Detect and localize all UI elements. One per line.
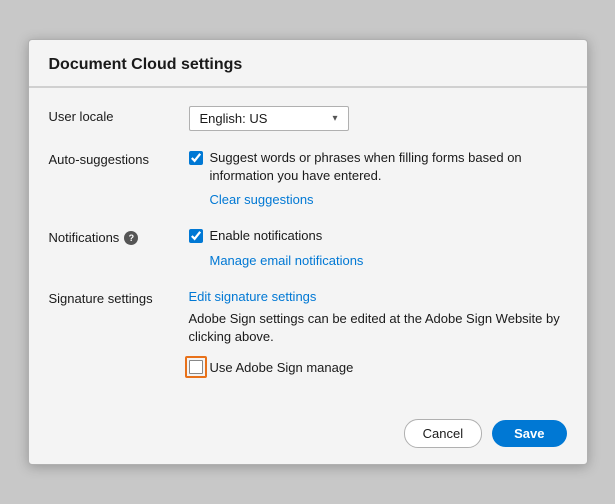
- user-locale-content: English: US ▾: [189, 106, 567, 131]
- notifications-content: Enable notifications Manage email notifi…: [189, 227, 567, 269]
- dialog-body: User locale English: US ▾ Auto-suggestio…: [29, 88, 587, 409]
- cancel-button[interactable]: Cancel: [404, 419, 482, 448]
- auto-suggestions-checkbox-row: Suggest words or phrases when filling fo…: [189, 149, 567, 185]
- auto-suggestions-content: Suggest words or phrases when filling fo…: [189, 149, 567, 209]
- locale-value: English: US: [200, 111, 268, 126]
- notifications-label: Notifications ?: [49, 227, 189, 245]
- notifications-checkbox-row: Enable notifications: [189, 227, 567, 245]
- signature-settings-label: Signature settings: [49, 288, 189, 306]
- signature-settings-row: Signature settings Edit signature settin…: [49, 288, 567, 375]
- enable-notifications-checkbox[interactable]: [189, 229, 203, 243]
- dialog-footer: Cancel Save: [29, 409, 587, 464]
- save-button[interactable]: Save: [492, 420, 566, 447]
- use-adobe-sign-label: Use Adobe Sign manage: [210, 360, 354, 375]
- signature-settings-description: Adobe Sign settings can be edited at the…: [189, 310, 567, 346]
- auto-suggestions-checkbox[interactable]: [189, 151, 203, 165]
- auto-suggestions-label: Auto-suggestions: [49, 149, 189, 167]
- notifications-row: Notifications ? Enable notifications Man…: [49, 227, 567, 269]
- auto-suggestions-row: Auto-suggestions Suggest words or phrase…: [49, 149, 567, 209]
- dialog-header: Document Cloud settings: [29, 40, 587, 87]
- locale-dropdown[interactable]: English: US ▾: [189, 106, 349, 131]
- auto-suggestions-checkbox-label: Suggest words or phrases when filling fo…: [210, 149, 567, 185]
- document-cloud-settings-dialog: Document Cloud settings User locale Engl…: [28, 39, 588, 465]
- use-adobe-sign-checkbox[interactable]: [189, 360, 203, 374]
- clear-suggestions-link[interactable]: Clear suggestions: [210, 192, 314, 207]
- adobe-sign-checkbox-wrapper: Use Adobe Sign manage: [189, 360, 567, 375]
- dialog-title: Document Cloud settings: [49, 56, 567, 74]
- signature-settings-content: Edit signature settings Adobe Sign setti…: [189, 288, 567, 375]
- info-icon: ?: [124, 231, 138, 245]
- manage-email-notifications-link[interactable]: Manage email notifications: [210, 253, 364, 268]
- adobe-sign-checkbox-highlight: [189, 360, 203, 374]
- enable-notifications-label: Enable notifications: [210, 227, 323, 245]
- user-locale-row: User locale English: US ▾: [49, 106, 567, 131]
- chevron-down-icon: ▾: [332, 113, 337, 124]
- user-locale-label: User locale: [49, 106, 189, 124]
- edit-signature-settings-link[interactable]: Edit signature settings: [189, 289, 317, 304]
